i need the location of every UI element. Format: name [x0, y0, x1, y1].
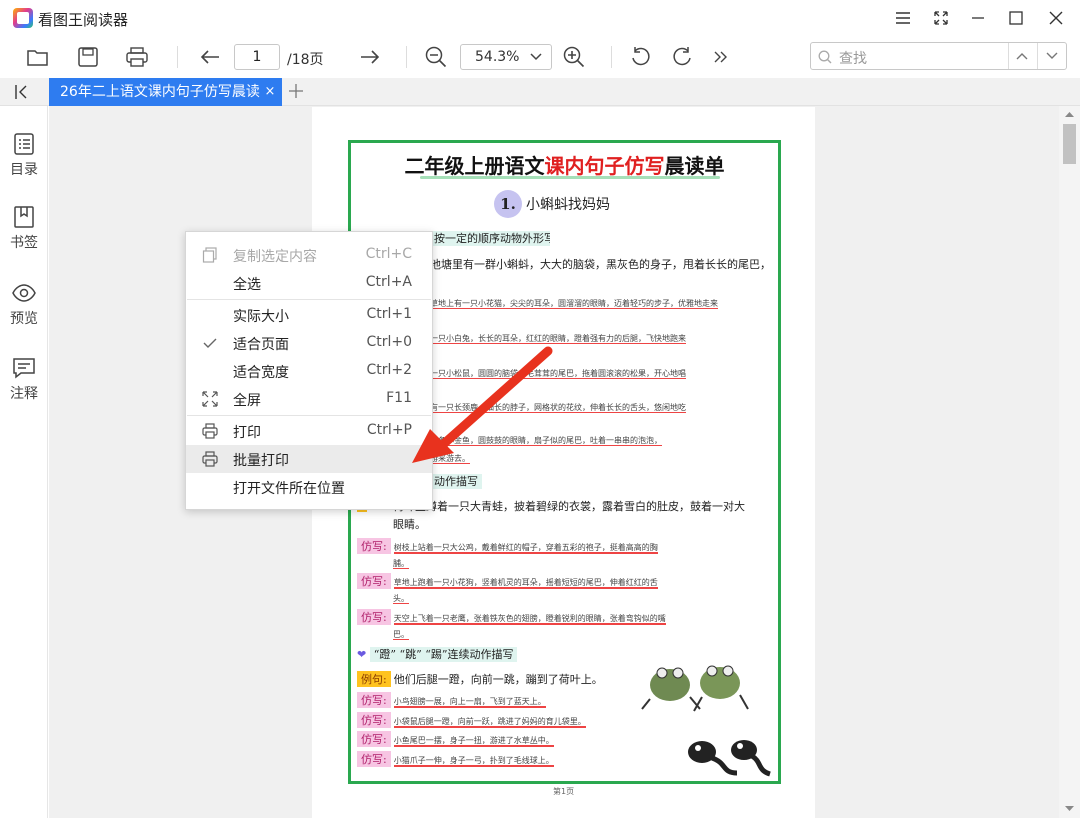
menu-item-copy[interactable]: 复制选定内容 Ctrl+C [186, 241, 432, 269]
imitation-line: 仿写: 小袋鼠后腿一蹬，向前一跃，跳进了妈妈的育儿袋里。 [357, 712, 657, 728]
maximize-button[interactable] [1001, 6, 1031, 30]
menu-item-fullscreen[interactable]: 全屏 F11 [186, 385, 432, 413]
zoom-value: 54.3% [475, 49, 520, 65]
title-bar: 看图王阅读器 [0, 0, 1080, 36]
next-page-icon[interactable] [355, 42, 385, 72]
close-button[interactable] [1041, 6, 1071, 30]
imitation-line: 草地上有一只小花猫，尖尖的耳朵，圆溜溜的眼睛，迈着轻巧的步子，优雅地走来 [430, 299, 718, 309]
zoom-out-icon[interactable] [421, 42, 451, 72]
print-icon [202, 423, 218, 439]
rotate-right-icon[interactable] [667, 42, 697, 72]
batch-print-icon [202, 451, 218, 467]
open-folder-icon[interactable] [23, 42, 53, 72]
save-icon[interactable] [73, 42, 103, 72]
menu-item-print[interactable]: 打印 Ctrl+P [186, 417, 432, 445]
zoom-in-icon[interactable] [559, 42, 589, 72]
zoom-select[interactable]: 54.3% [460, 44, 552, 70]
fullscreen-icon [202, 391, 218, 407]
tab-close-icon[interactable]: × [261, 78, 279, 106]
fullscreen-icon[interactable] [926, 6, 956, 30]
print-icon[interactable] [122, 42, 152, 72]
imitation-line: 仿写: 草地上跑着一只小花狗，竖着机灵的耳朵，摇着短短的尾巴，伸着红红的舌 [357, 573, 771, 589]
search-icon [818, 50, 832, 64]
bookmark-icon [14, 206, 34, 228]
section-heading: ❤ “蹬” “跳” “踢”连续动作描写 [357, 646, 587, 662]
scroll-down-icon[interactable] [1065, 806, 1074, 812]
rotate-left-icon[interactable] [626, 42, 656, 72]
menu-item-fit-width[interactable]: 适合宽度 Ctrl+2 [186, 357, 432, 385]
document-title: 二年级上册语文课内句子仿写晨读单 [404, 154, 725, 178]
sidebar-item-annotations[interactable]: 注释 [0, 356, 48, 403]
imitation-line: 仿写: 小鱼尾巴一摆，身子一扭，游进了水草丛中。 [357, 731, 637, 747]
lesson-number: 1. [494, 190, 522, 218]
page-number-input[interactable]: 1 [234, 44, 280, 70]
sidebar-item-preview[interactable]: 预览 [0, 281, 48, 328]
example-sentence: 荷叶上蹲着一只大青蛙，披着碧绿的衣裳，露着雪白的肚皮，鼓着一对大 [393, 500, 745, 513]
prev-page-icon[interactable] [195, 42, 225, 72]
imitation-line: 仿写: 小猫爪子一伸，身子一弓，扑到了毛线球上。 [357, 751, 637, 767]
copy-icon [202, 247, 217, 263]
page-footer: 第1页 [553, 787, 575, 796]
collapse-sidebar-icon[interactable] [14, 84, 30, 104]
tab-bar: 26年二上语文课内句子仿写晨读 × [0, 78, 1080, 106]
section-heading: 按一定的顺序动物外形写法 [430, 230, 550, 246]
imitation-line: 仿写: 天空上飞着一只老鹰，张着铁灰色的翅膀，瞪着锐利的眼睛，张着弯钩似的嘴 [357, 609, 771, 625]
lesson-heading: 1. 小蝌蚪找妈妈 [494, 190, 610, 218]
more-icon[interactable] [706, 42, 736, 72]
example-sentence: 池塘里有一群小蝌蚪，大大的脑袋，黑灰色的身子，甩着长长的尾巴，快 [430, 258, 770, 271]
search-input[interactable]: 查找 [810, 42, 1067, 70]
search-prev-icon[interactable] [1016, 52, 1028, 60]
imitation-line-tail: 头。 [393, 594, 409, 604]
vertical-scrollbar[interactable] [1059, 106, 1080, 818]
title-underline [420, 176, 720, 179]
app-title: 看图王阅读器 [38, 11, 129, 29]
heart-icon: ❤ [357, 648, 367, 661]
lesson-title: 小蝌蚪找妈妈 [526, 197, 610, 213]
imitation-line: 仿写: 树枝上站着一只大公鸡，戴着鲜红的帽子，穿着五彩的袍子，挺着高高的胸 [357, 538, 771, 554]
menu-item-actual-size[interactable]: 实际大小 Ctrl+1 [186, 301, 432, 329]
context-menu: 复制选定内容 Ctrl+C 全选 Ctrl+A 实际大小 Ctrl+1 适合页面… [185, 231, 433, 510]
tadpole-illustration [688, 740, 771, 777]
list-icon [14, 133, 34, 155]
imitation-line: 一只小白兔，长长的耳朵，红红的眼睛，蹬着强有力的后腿，飞快地跑来 [430, 334, 686, 344]
sidebar-item-label: 目录 [10, 162, 38, 178]
tab-label: 26年二上语文课内句子仿写晨读 [60, 84, 260, 100]
annotation-arrow-icon [412, 346, 553, 463]
chevron-down-icon [530, 53, 542, 61]
sidebar-item-label: 注释 [10, 386, 38, 402]
imitation-line: 仿写: 小鸟翅膀一展，向上一扇，飞到了蓝天上。 [357, 692, 637, 708]
check-icon [203, 338, 217, 348]
scroll-thumb[interactable] [1063, 124, 1076, 164]
left-sidebar: 目录 书签 预览 注释 [0, 106, 48, 818]
example-sentence-tail: 眼睛。 [393, 518, 426, 531]
new-tab-icon[interactable] [288, 83, 304, 103]
eye-icon [12, 284, 36, 302]
toolbar: 1 /18页 54.3% 查找 [0, 36, 1080, 78]
search-next-icon[interactable] [1046, 52, 1058, 60]
menu-item-batch-print[interactable]: 批量打印 [186, 445, 432, 473]
imitation-line-tail: 巴。 [393, 630, 409, 640]
comment-icon [13, 358, 35, 379]
example-sentence: 例句: 他们后腿一蹬，向前一跳，蹦到了荷叶上。 [357, 671, 637, 687]
search-placeholder: 查找 [839, 51, 867, 67]
scroll-up-icon[interactable] [1065, 111, 1074, 117]
sidebar-item-label: 预览 [10, 311, 38, 327]
tab-document[interactable]: 26年二上语文课内句子仿写晨读 [49, 78, 282, 106]
section-heading: 动作描写 [430, 473, 490, 489]
menu-item-select-all[interactable]: 全选 Ctrl+A [186, 269, 432, 297]
app-logo-icon [13, 8, 33, 28]
minimize-button[interactable] [963, 6, 993, 30]
menu-item-open-file-location[interactable]: 打开文件所在位置 [186, 473, 432, 501]
sidebar-item-label: 书签 [10, 235, 38, 251]
page-total: /18页 [287, 52, 324, 68]
menu-icon[interactable] [888, 6, 918, 30]
menu-item-fit-page[interactable]: 适合页面 Ctrl+0 [186, 329, 432, 357]
sidebar-item-toc[interactable]: 目录 [0, 132, 48, 179]
sidebar-item-bookmarks[interactable]: 书签 [0, 205, 48, 252]
frog-illustration [641, 665, 749, 712]
imitation-line-tail: 脯。 [393, 559, 409, 569]
